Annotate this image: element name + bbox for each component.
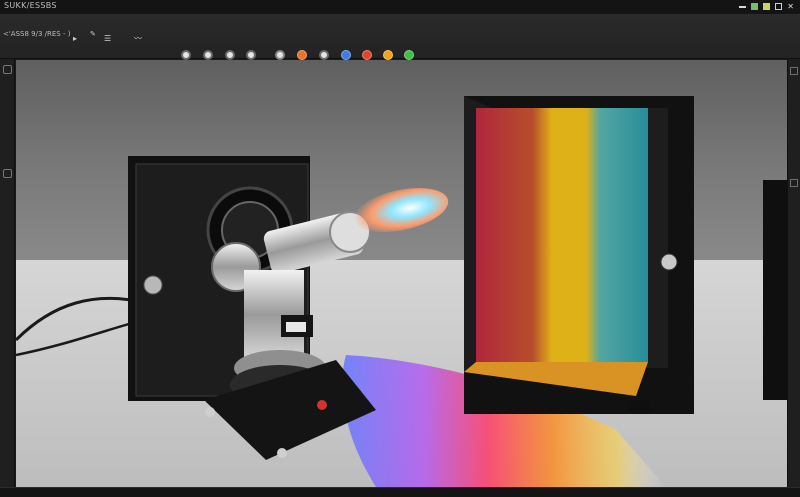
layer-icon[interactable] xyxy=(3,65,12,74)
toolbar-label: <'ASS8 9/3 /RES - ) xyxy=(3,30,71,38)
app-title: SUKK/ESSBS xyxy=(4,1,57,10)
maximize-icon[interactable] xyxy=(775,3,783,10)
gray-swatch-4[interactable] xyxy=(246,50,256,60)
canvas-photo xyxy=(16,60,787,487)
red-swatch[interactable] xyxy=(362,50,372,60)
amber-swatch[interactable] xyxy=(383,50,393,60)
minimize-icon[interactable] xyxy=(739,6,747,8)
gray-swatch-5[interactable] xyxy=(319,50,329,60)
tool-text-icon[interactable]: ✎ xyxy=(90,29,96,39)
image-canvas[interactable] xyxy=(16,60,787,487)
right-tool-panel xyxy=(787,59,800,487)
green-swatch[interactable] xyxy=(404,50,414,60)
window-controls: ✕ xyxy=(739,3,794,11)
left-tool-panel xyxy=(0,59,15,487)
close-icon[interactable]: ✕ xyxy=(787,3,794,11)
scroll-handle-icon[interactable] xyxy=(790,179,798,187)
tool-arrow-icon[interactable]: ▸ xyxy=(73,34,77,44)
tool-list-icon[interactable]: ☰ xyxy=(104,34,111,44)
toolbar: <'ASS8 9/3 /RES - ) ▸ ✎ ☰ 〰 xyxy=(0,15,800,60)
green-status-icon[interactable] xyxy=(751,3,759,10)
blue-swatch[interactable] xyxy=(341,50,351,60)
gray-swatch-3[interactable] xyxy=(225,50,235,60)
expand-icon[interactable] xyxy=(790,67,798,75)
gray-swatch-2[interactable] xyxy=(203,50,213,60)
panel-icon[interactable] xyxy=(3,169,12,178)
tool-wave-icon[interactable]: 〰 xyxy=(134,34,142,44)
title-bar: SUKK/ESSBS ✕ xyxy=(0,0,800,15)
yellow-status-icon[interactable] xyxy=(763,3,771,10)
gray-swatch-extra[interactable] xyxy=(275,50,285,60)
orange-swatch[interactable] xyxy=(297,50,307,60)
gray-swatch[interactable] xyxy=(181,50,191,60)
